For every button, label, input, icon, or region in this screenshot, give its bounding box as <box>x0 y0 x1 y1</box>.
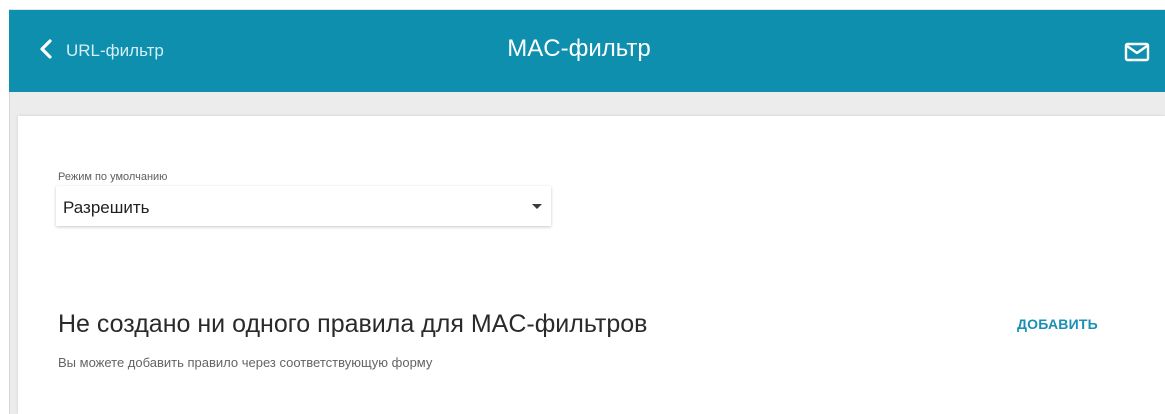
default-mode-select[interactable]: Разрешить <box>56 186 551 226</box>
add-rule-button[interactable]: ДОБАВИТЬ <box>1017 316 1098 332</box>
empty-rules-title: Не создано ни одного правила для MAC-фил… <box>58 310 648 338</box>
empty-rules-hint: Вы можете добавить правило через соответ… <box>58 355 433 370</box>
caret-down-icon <box>532 204 542 209</box>
default-mode-value: Разрешить <box>63 198 150 217</box>
top-bar: URL-фильтр MAC-фильтр <box>9 10 1165 92</box>
mail-icon[interactable] <box>1123 40 1151 64</box>
page-title: MAC-фильтр <box>507 35 651 62</box>
default-mode-label: Режим по умолчанию <box>58 171 168 183</box>
